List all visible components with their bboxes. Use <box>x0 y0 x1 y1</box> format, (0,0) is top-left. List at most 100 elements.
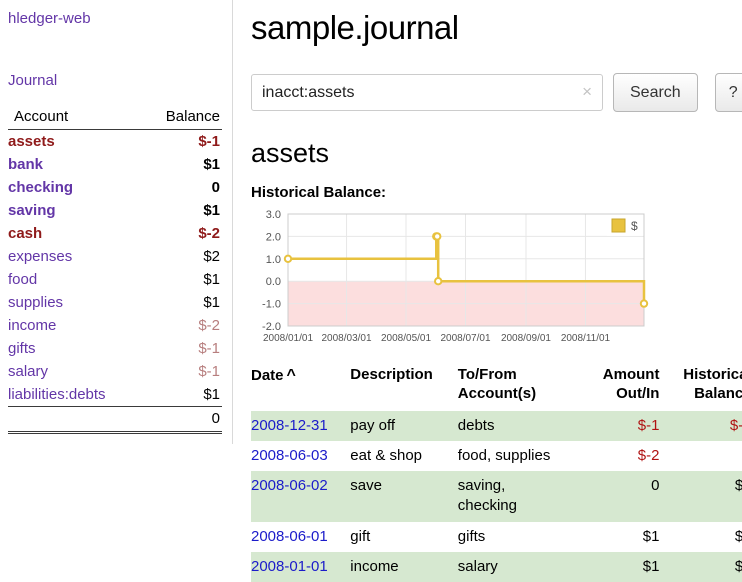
account-link-gifts[interactable]: gifts <box>8 340 36 357</box>
search-box: × <box>251 74 603 111</box>
register-header-date-label: Date <box>251 367 284 384</box>
search-form: × Search ? <box>251 73 742 112</box>
account-balance: $2 <box>144 245 222 268</box>
journal-nav: Journal <box>8 72 222 89</box>
register-date-cell: 2008-06-03 <box>251 441 350 471</box>
register-description-cell: eat & shop <box>350 441 457 471</box>
account-row: salary $-1 <box>8 360 222 383</box>
account-balance: $1 <box>144 199 222 222</box>
register-accounts-cell: saving, checking <box>458 471 573 522</box>
register-amount-cell: $-2 <box>572 441 659 471</box>
accounts-header-balance: Balance <box>144 106 222 130</box>
search-button[interactable]: Search <box>613 73 698 112</box>
account-link-food[interactable]: food <box>8 271 37 288</box>
svg-text:2.0: 2.0 <box>266 231 281 243</box>
app-title-link[interactable]: hledger-web <box>8 10 91 27</box>
sort-ascending-icon: ^ <box>284 367 296 384</box>
register-date-cell: 2008-06-02 <box>251 471 350 522</box>
sidebar-inner: hledger-web Journal Account Balance asse… <box>0 0 233 444</box>
register-row: 2008-01-01 income salary $1 $1 <box>251 552 742 582</box>
register-amount-cell: $1 <box>572 522 659 552</box>
register-header-date[interactable]: Date^ <box>251 364 350 411</box>
register-amount-cell: $1 <box>572 552 659 582</box>
account-balance: $1 <box>144 291 222 314</box>
transaction-date-link[interactable]: 2008-06-03 <box>251 447 328 464</box>
transaction-date-link[interactable]: 2008-06-01 <box>251 528 328 545</box>
accounts-header-account: Account <box>8 106 144 130</box>
account-link-liabilities-debts[interactable]: liabilities:debts <box>8 386 106 403</box>
account-balance: $-2 <box>144 222 222 245</box>
search-input[interactable] <box>251 74 603 111</box>
account-balance: $-1 <box>144 130 222 154</box>
account-balance: $1 <box>144 383 222 407</box>
account-link-checking[interactable]: checking <box>8 179 73 196</box>
register-description-cell: income <box>350 552 457 582</box>
account-row: liabilities:debts $1 <box>8 383 222 407</box>
account-balance: 0 <box>144 176 222 199</box>
transaction-date-link[interactable]: 2008-01-01 <box>251 558 328 575</box>
account-link-cash[interactable]: cash <box>8 225 42 242</box>
account-row: gifts $-1 <box>8 337 222 360</box>
account-row: expenses $2 <box>8 245 222 268</box>
accounts-table: Account Balance assets $-1 bank $1 check… <box>8 106 222 434</box>
journal-link[interactable]: Journal <box>8 72 57 89</box>
account-row: bank $1 <box>8 153 222 176</box>
transaction-date-link[interactable]: 2008-12-31 <box>251 417 328 434</box>
account-link-assets[interactable]: assets <box>8 133 55 150</box>
svg-text:2008/01/01: 2008/01/01 <box>263 333 313 344</box>
account-link-salary[interactable]: salary <box>8 363 48 380</box>
register-amount-cell: $-1 <box>572 411 659 441</box>
register-balance-cell: $2 <box>659 522 742 552</box>
register-description-cell: save <box>350 471 457 522</box>
account-row: checking 0 <box>8 176 222 199</box>
account-link-saving[interactable]: saving <box>8 202 56 219</box>
clear-search-icon[interactable]: × <box>582 82 592 102</box>
help-button[interactable]: ? <box>715 73 742 112</box>
register-header-balance: Historical Balance <box>659 364 742 411</box>
svg-text:-2.0: -2.0 <box>262 321 281 333</box>
account-link-expenses[interactable]: expenses <box>8 248 72 265</box>
register-accounts-cell: debts <box>458 411 573 441</box>
svg-text:$: $ <box>631 219 638 233</box>
register-date-cell: 2008-06-01 <box>251 522 350 552</box>
register-balance-cell: 0 <box>659 441 742 471</box>
svg-text:1.0: 1.0 <box>266 254 281 266</box>
chart-heading: Historical Balance: <box>251 184 742 201</box>
account-link-supplies[interactable]: supplies <box>8 294 63 311</box>
sidebar: hledger-web Journal Account Balance asse… <box>0 0 233 582</box>
accounts-total-balance: 0 <box>144 407 222 433</box>
account-balance: $1 <box>144 153 222 176</box>
accounts-total-row: 0 <box>8 407 222 433</box>
register-date-cell: 2008-01-01 <box>251 552 350 582</box>
account-row: saving $1 <box>8 199 222 222</box>
account-link-income[interactable]: income <box>8 317 56 334</box>
account-row: income $-2 <box>8 314 222 337</box>
register-row: 2008-06-01 gift gifts $1 $2 <box>251 522 742 552</box>
svg-text:2008/03/01: 2008/03/01 <box>321 333 371 344</box>
register-header-amount: Amount Out/In <box>572 364 659 411</box>
register-table: Date^ Description To/From Account(s) Amo… <box>251 364 742 582</box>
account-link-bank[interactable]: bank <box>8 156 43 173</box>
svg-text:-1.0: -1.0 <box>262 299 281 311</box>
svg-text:2008/05/01: 2008/05/01 <box>381 333 431 344</box>
register-header-accounts: To/From Account(s) <box>458 364 573 411</box>
register-row: 2008-12-31 pay off debts $-1 $-1 <box>251 411 742 441</box>
main-content: sample.journal × Search ? assets Histori… <box>233 0 742 582</box>
register-description-cell: gift <box>350 522 457 552</box>
svg-text:2008/09/01: 2008/09/01 <box>501 333 551 344</box>
svg-text:2008/11/01: 2008/11/01 <box>561 333 611 344</box>
register-header-description: Description <box>350 364 457 411</box>
register-row: 2008-06-03 eat & shop food, supplies $-2… <box>251 441 742 471</box>
account-row: supplies $1 <box>8 291 222 314</box>
account-row: cash $-2 <box>8 222 222 245</box>
account-balance: $-2 <box>144 314 222 337</box>
register-balance-cell: $2 <box>659 471 742 522</box>
historical-balance-chart: 3.02.01.00.0-1.0-2.02008/01/012008/03/01… <box>251 208 742 348</box>
account-row: assets $-1 <box>8 130 222 154</box>
register-header-row: Date^ Description To/From Account(s) Amo… <box>251 364 742 411</box>
register-accounts-cell: salary <box>458 552 573 582</box>
account-balance: $-1 <box>144 360 222 383</box>
app-root: hledger-web Journal Account Balance asse… <box>0 0 742 582</box>
svg-text:3.0: 3.0 <box>266 209 281 221</box>
transaction-date-link[interactable]: 2008-06-02 <box>251 477 328 494</box>
